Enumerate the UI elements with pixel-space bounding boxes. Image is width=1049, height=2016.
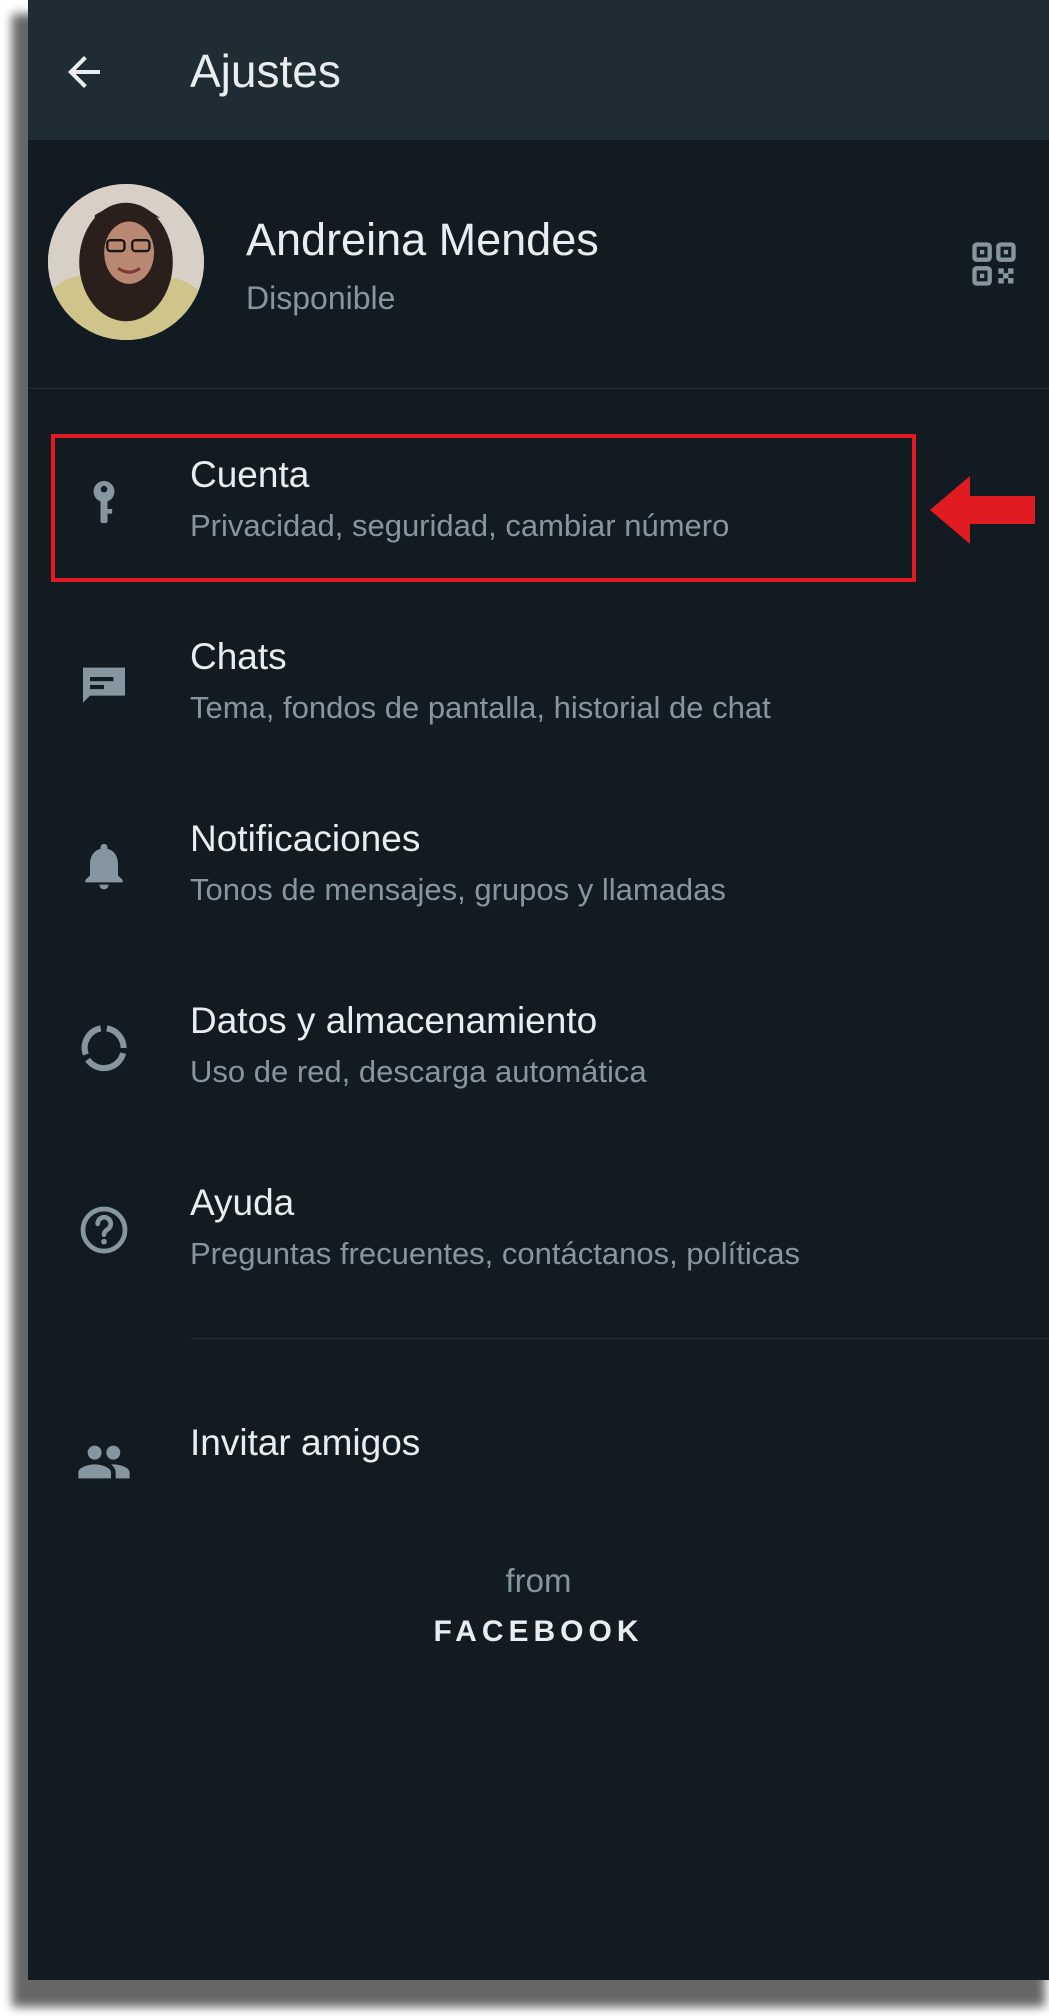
settings-item-data-storage[interactable]: Datos y almacenamiento Uso de red, desca… xyxy=(28,974,1049,1134)
people-icon xyxy=(78,1445,130,1479)
divider xyxy=(190,1338,1049,1339)
page-title: Ajustes xyxy=(190,45,341,97)
profile-status: Disponible xyxy=(246,280,396,316)
help-icon xyxy=(80,1206,128,1254)
footer-from: from xyxy=(505,1562,572,1599)
data-usage-icon xyxy=(81,1025,127,1072)
settings-item-label: Cuenta xyxy=(190,454,310,495)
app-bar: Ajustes xyxy=(28,0,1049,140)
footer-brand: FACEBOOK xyxy=(433,1615,644,1648)
settings-item-notifications[interactable]: Notificaciones Tonos de mensajes, grupos… xyxy=(28,792,1049,952)
settings-screen: Ajustes Andreina Mendes Disponible Cuent… xyxy=(28,0,1049,1980)
settings-item-label: Chats xyxy=(190,636,287,677)
settings-item-subtitle: Preguntas frecuentes, contáctanos, polít… xyxy=(190,1236,801,1271)
bell-icon xyxy=(85,843,123,890)
settings-item-account[interactable]: Cuenta Privacidad, seguridad, cambiar nú… xyxy=(28,428,1049,588)
profile-name: Andreina Mendes xyxy=(246,214,599,265)
settings-item-label: Notificaciones xyxy=(190,818,421,859)
settings-item-subtitle: Privacidad, seguridad, cambiar número xyxy=(190,508,730,543)
settings-item-subtitle: Uso de red, descarga automática xyxy=(190,1054,647,1089)
arrow-left-icon[interactable] xyxy=(60,48,108,96)
settings-item-chats[interactable]: Chats Tema, fondos de pantalla, historia… xyxy=(28,610,1049,770)
settings-item-help[interactable]: Ayuda Preguntas frecuentes, contáctanos,… xyxy=(28,1156,1049,1316)
settings-item-label: Ayuda xyxy=(190,1182,295,1223)
settings-item-subtitle: Tema, fondos de pantalla, historial de c… xyxy=(190,690,771,725)
avatar-image xyxy=(48,184,204,340)
settings-item-label: Datos y almacenamiento xyxy=(190,1000,598,1041)
settings-item-invite-friends[interactable]: Invitar amigos xyxy=(28,1388,1049,1548)
settings-item-label: Invitar amigos xyxy=(190,1422,421,1463)
qr-code-icon[interactable] xyxy=(968,238,1020,290)
key-icon xyxy=(93,481,115,523)
avatar xyxy=(48,184,204,340)
profile-row[interactable]: Andreina Mendes Disponible xyxy=(28,140,1049,388)
settings-item-subtitle: Tonos de mensajes, grupos y llamadas xyxy=(190,872,726,907)
divider xyxy=(28,388,1049,389)
chat-icon xyxy=(83,667,125,703)
annotation-arrow-icon xyxy=(930,476,1035,544)
